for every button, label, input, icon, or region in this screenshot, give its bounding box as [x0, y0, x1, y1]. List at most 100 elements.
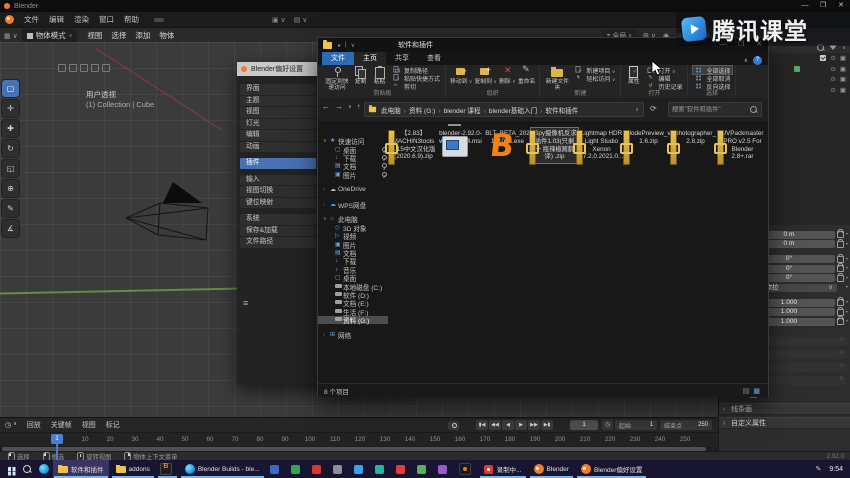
ribbon-new-folder-button[interactable]: 新建文件夹: [543, 66, 571, 90]
taskbar-search-icon[interactable]: [19, 460, 34, 478]
camera-toggle-icon[interactable]: [840, 75, 846, 83]
workspace-tab[interactable]: [254, 18, 264, 22]
taskbar-item[interactable]: [372, 460, 391, 478]
lock-icon[interactable]: [837, 256, 844, 263]
playback-button[interactable]: ▶▶: [528, 420, 540, 430]
workspace-tab[interactable]: [174, 18, 184, 22]
BLT_BETA_2021. 1008.exe[interactable]: BLT_BETA_2021. 1008.exe: [484, 128, 531, 163]
tool-annotate[interactable]: ✎: [2, 200, 19, 217]
【2.83】 MACHIN3tools 3.15中文汉化版 (2020.6.9).zip[interactable]: 【2.83】 MACHIN3tools 3.15中文汉化版 (2020.6.9)…: [390, 128, 437, 163]
taskbar-item[interactable]: [309, 460, 328, 478]
edge-icon[interactable]: [36, 460, 51, 478]
timeline-menu-item[interactable]: 关键帧: [51, 420, 72, 430]
taskbar-item[interactable]: [414, 460, 433, 478]
frame-start-field[interactable]: 起始1: [615, 420, 657, 430]
timeline-menu-item[interactable]: 标记: [106, 420, 120, 430]
tool-rotate[interactable]: ↻: [2, 140, 19, 157]
preferences-sidebar-item[interactable]: 灯光: [240, 119, 316, 130]
ribbon-pin-button[interactable]: 固定到快速访问: [323, 66, 351, 90]
taskbar-item[interactable]: [157, 460, 178, 478]
frame-clock-icon[interactable]: ◷: [602, 420, 613, 430]
taskbar-item[interactable]: 录制中...: [479, 460, 527, 478]
tool-move[interactable]: ✚: [2, 120, 19, 137]
close-button[interactable]: ✕: [832, 0, 850, 12]
breadcrumb-segment[interactable]: 此电脑: [381, 105, 401, 115]
workspace-tab[interactable]: [244, 18, 254, 22]
animate-dot-icon[interactable]: [846, 284, 848, 291]
ribbon-rename-button[interactable]: 重命名: [517, 66, 536, 90]
preferences-sidebar-item[interactable]: 主题: [240, 96, 316, 107]
lock-icon[interactable]: [837, 241, 844, 248]
lock-icon[interactable]: [837, 299, 844, 306]
workspace-tab[interactable]: [154, 18, 164, 22]
playhead-marker[interactable]: 1: [51, 434, 63, 444]
ribbon-properties-button[interactable]: 属性: [624, 66, 643, 90]
menu-item[interactable]: 编辑: [44, 14, 69, 25]
lock-icon[interactable]: [837, 318, 844, 325]
breadcrumb-segment[interactable]: 资料 (G:): [401, 105, 436, 115]
ribbon-collapse-icon[interactable]: ∧: [744, 57, 748, 64]
tool-select-box[interactable]: ▢: [2, 80, 19, 97]
taskbar-item[interactable]: [267, 460, 286, 478]
workspace-tab[interactable]: [224, 18, 234, 22]
animate-dot-icon[interactable]: [846, 231, 848, 238]
current-frame-field[interactable]: 1: [570, 420, 598, 430]
taskbar-item[interactable]: [456, 460, 477, 478]
eye-icon[interactable]: [830, 54, 835, 62]
blender-app-menu-icon[interactable]: [5, 15, 14, 24]
section-custom-properties[interactable]: 自定义属性: [719, 417, 850, 429]
hamburger-menu-icon[interactable]: [243, 298, 248, 308]
ribbon-paste-button[interactable]: 粘贴: [370, 66, 389, 90]
search-box[interactable]: [668, 102, 762, 117]
viewport-menu-item[interactable]: 物体: [159, 30, 174, 41]
breadcrumb-segment[interactable]: blender基础入门: [481, 105, 538, 115]
photographer_ 2.8.zip[interactable]: photographer_ 2.8.zip: [672, 128, 719, 163]
ribbon-copy-button[interactable]: 复制: [351, 66, 370, 90]
preferences-sidebar-item[interactable]: 系统: [240, 214, 316, 225]
preferences-sidebar-item[interactable]: 界面: [240, 84, 316, 95]
taskbar-item[interactable]: 软件和插件: [53, 460, 109, 478]
editor-type-icon[interactable]: ▦ ∨: [4, 32, 18, 40]
animate-dot-icon[interactable]: [846, 299, 848, 306]
playback-button[interactable]: ◀: [502, 420, 514, 430]
frame-end-field[interactable]: 结束点250: [660, 420, 712, 430]
animate-dot-icon[interactable]: [846, 241, 848, 248]
help-icon[interactable]: ?: [753, 56, 762, 65]
tab-file[interactable]: 文件: [322, 51, 354, 65]
breadcrumb[interactable]: 此电脑资料 (G:)blender 课程blender基础入门软件和插件 ∨: [364, 102, 644, 117]
viewport-menu-item[interactable]: 选择: [111, 30, 126, 41]
tool-scale[interactable]: ◱: [2, 160, 19, 177]
taskbar-item[interactable]: Blender: [529, 460, 574, 478]
playback-button[interactable]: ▶▮: [541, 420, 553, 430]
history-dropdown-icon[interactable]: ∨: [348, 102, 352, 111]
breadcrumb-segment[interactable]: 软件和插件: [537, 105, 578, 115]
ribbon-easy-access-button[interactable]: 轻松访问: [573, 74, 617, 82]
auto-keying-button[interactable]: [448, 421, 459, 430]
playback-button[interactable]: ▶: [515, 420, 527, 430]
animate-dot-icon[interactable]: [846, 275, 848, 282]
Lightmap HDR Light Studio Xenon v7.2.0.2021.0...[interactable]: Lightmap HDR Light Studio Xenon v7.2.0.2…: [578, 128, 625, 163]
preferences-sidebar-item[interactable]: 键位映射: [240, 198, 316, 209]
forward-button[interactable]: →: [335, 102, 343, 111]
back-button[interactable]: ←: [322, 102, 330, 111]
search-input[interactable]: [669, 106, 750, 113]
workspace-tab[interactable]: [194, 18, 204, 22]
preferences-sidebar-item[interactable]: 输入: [240, 175, 316, 186]
maximize-button[interactable]: ❐: [814, 0, 832, 12]
workspace-tab[interactable]: [184, 18, 194, 22]
minimize-button[interactable]: —: [796, 0, 814, 12]
taskbar-item[interactable]: [393, 460, 412, 478]
taskbar-item[interactable]: Blender Builds - ble...: [180, 460, 265, 478]
quick-access-toolbar[interactable]: ▸|∨: [338, 42, 355, 49]
timeline-ruler[interactable]: 1 10203040506070809010011012013014015016…: [0, 432, 718, 446]
menu-item[interactable]: 窗口: [94, 14, 119, 25]
tool-cursor[interactable]: ✛: [2, 100, 19, 117]
nav-item[interactable]: › OneDrive: [318, 185, 388, 193]
windows-ink-icon[interactable]: ✎: [816, 465, 822, 473]
camera-toggle-icon[interactable]: [840, 86, 846, 94]
workspace-tab[interactable]: [164, 18, 174, 22]
taskbar-item[interactable]: addons: [111, 460, 155, 478]
view-layer-selector-icon[interactable]: ▤ ∨: [294, 16, 308, 24]
thumbnails-view-icon[interactable]: ▦: [753, 387, 760, 395]
animate-dot-icon[interactable]: [846, 318, 848, 325]
